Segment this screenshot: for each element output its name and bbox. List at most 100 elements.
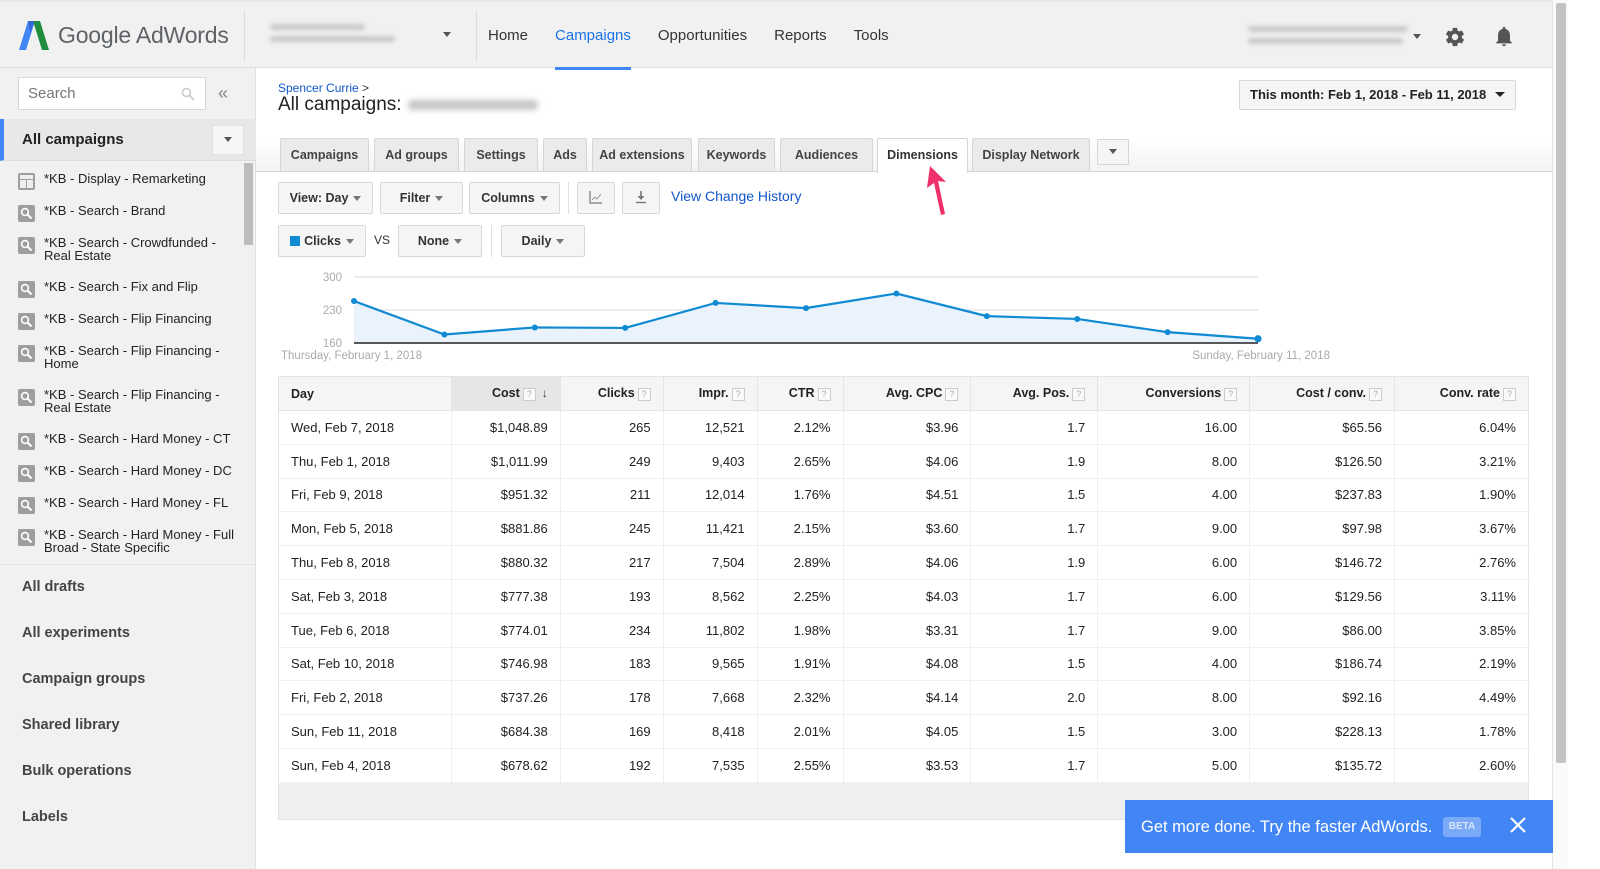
column-header-impr[interactable]: Impr.?: [662, 376, 758, 411]
help-icon[interactable]: ?: [731, 388, 745, 401]
column-header-day[interactable]: Day: [278, 376, 452, 411]
column-header-clicks[interactable]: Clicks?: [559, 376, 664, 411]
sidebar-campaign-item[interactable]: *KB - Search - Crowdfunded - Real Estate: [18, 236, 239, 262]
help-icon[interactable]: ?: [1224, 388, 1238, 401]
tab-settings[interactable]: Settings: [464, 138, 538, 171]
bell-icon[interactable]: [1493, 25, 1515, 49]
sidebar-campaign-item[interactable]: *KB - Search - Brand: [18, 204, 239, 222]
column-header-ctr[interactable]: CTR?: [756, 376, 844, 411]
collapse-sidebar-button[interactable]: «: [218, 83, 228, 104]
table-cell: 2.0: [970, 680, 1099, 716]
adwords-logo[interactable]: Google AdWords: [18, 19, 229, 51]
column-header-cost-conv[interactable]: Cost / conv.?: [1249, 376, 1396, 411]
sidebar-link-all-experiments[interactable]: All experiments: [22, 625, 130, 641]
nav-reports[interactable]: Reports: [774, 2, 827, 70]
help-icon[interactable]: ?: [1369, 388, 1383, 401]
y-tick-label: 230: [323, 305, 342, 317]
table-cell: $737.26: [451, 680, 561, 716]
chart-point-feb-6[interactable]: [803, 305, 809, 312]
sidebar-search-input[interactable]: [19, 78, 169, 109]
metric1-selector[interactable]: Clicks: [278, 225, 366, 257]
date-range-selector[interactable]: This month: Feb 1, 2018 - Feb 11, 2018: [1239, 80, 1516, 110]
user-account-redacted[interactable]: [1248, 26, 1408, 50]
chart-point-feb-5[interactable]: [712, 299, 719, 306]
sidebar-link-shared-library[interactable]: Shared library: [22, 717, 120, 733]
tab-campaigns[interactable]: Campaigns: [280, 138, 369, 171]
nav-home[interactable]: Home: [488, 2, 528, 70]
nav-opportunities[interactable]: Opportunities: [658, 2, 747, 70]
chart-point-feb-10[interactable]: [1164, 329, 1171, 336]
chart-point-feb-8[interactable]: [983, 313, 990, 320]
user-dropdown-caret-icon[interactable]: [1413, 34, 1421, 39]
tab-display-network[interactable]: Display Network: [972, 138, 1090, 171]
page-scrollbar-thumb[interactable]: [1556, 3, 1566, 763]
table-cell: 7,668: [663, 680, 758, 716]
account-selector-redacted[interactable]: [270, 24, 400, 48]
close-icon[interactable]: [1509, 816, 1527, 834]
sidebar-link-campaign-groups[interactable]: Campaign groups: [22, 671, 145, 687]
download-button[interactable]: [622, 182, 660, 214]
column-header-conv-rate[interactable]: Conv. rate?: [1394, 376, 1529, 411]
help-icon[interactable]: ?: [522, 388, 536, 401]
chart-point-feb-7[interactable]: [893, 290, 900, 297]
chart-point-feb-2[interactable]: [441, 331, 448, 338]
column-header-cost[interactable]: Cost? ↓: [450, 376, 561, 411]
sidebar-campaign-item[interactable]: *KB - Search - Flip Financing: [18, 312, 239, 330]
filter-button[interactable]: Filter: [380, 182, 463, 214]
tab-ads[interactable]: Ads: [543, 138, 587, 171]
campaign-list-scrollbar[interactable]: [244, 163, 253, 245]
account-dropdown-caret-icon[interactable]: [443, 32, 451, 37]
all-campaigns-dropdown-button[interactable]: [212, 125, 244, 155]
sidebar-campaign-item[interactable]: *KB - Search - Fix and Flip: [18, 280, 239, 298]
chart-toggle-button[interactable]: [577, 182, 615, 214]
chart-point-feb-11[interactable]: [1254, 335, 1262, 343]
sidebar-campaign-item[interactable]: *KB - Search - Hard Money - DC: [18, 464, 239, 482]
sidebar-link-all-drafts[interactable]: All drafts: [22, 579, 85, 595]
sidebar-campaign-item[interactable]: *KB - Search - Hard Money - CT: [18, 432, 239, 450]
chart-point-feb-3[interactable]: [531, 324, 538, 331]
help-icon[interactable]: ?: [945, 388, 959, 401]
banner-text[interactable]: Get more done. Try the faster AdWords.: [1141, 818, 1432, 837]
help-icon[interactable]: ?: [637, 388, 651, 401]
tab-ad-groups[interactable]: Ad groups: [374, 138, 459, 171]
search-icon[interactable]: [181, 87, 195, 101]
column-header-conversions[interactable]: Conversions?: [1097, 376, 1251, 411]
more-tabs-button[interactable]: [1097, 139, 1129, 165]
try-new-adwords-banner[interactable]: Get more done. Try the faster AdWords. B…: [1125, 800, 1553, 853]
page-scrollbar[interactable]: [1552, 0, 1568, 869]
tab-ad-extensions[interactable]: Ad extensions: [592, 138, 692, 171]
tab-keywords[interactable]: Keywords: [698, 138, 775, 171]
help-icon[interactable]: ?: [1072, 388, 1086, 401]
tab-audiences[interactable]: Audiences: [780, 138, 873, 171]
breadcrumb-account-link[interactable]: Spencer Currie: [278, 81, 359, 95]
column-header-avg-cpc[interactable]: Avg. CPC?: [842, 376, 972, 411]
help-icon[interactable]: ?: [817, 388, 831, 401]
column-header-avg-pos[interactable]: Avg. Pos.?: [970, 376, 1099, 411]
sidebar-campaign-item[interactable]: *KB - Search - Hard Money - Full Broad -…: [18, 528, 239, 554]
chart-point-feb-9[interactable]: [1074, 315, 1081, 322]
view-day-button[interactable]: View: Day: [278, 182, 373, 214]
help-icon[interactable]: ?: [1503, 388, 1516, 401]
metric2-selector[interactable]: None: [398, 225, 482, 257]
columns-button[interactable]: Columns: [469, 182, 560, 214]
sidebar-campaign-item[interactable]: *KB - Search - Flip Financing - Home: [18, 344, 239, 370]
table-cell: Sun, Feb 4, 2018: [278, 748, 452, 783]
sidebar-link-bulk-operations[interactable]: Bulk operations: [22, 763, 132, 779]
app-title: Google AdWords: [58, 21, 229, 48]
nav-campaigns[interactable]: Campaigns: [555, 2, 631, 70]
view-change-history-link[interactable]: View Change History: [671, 188, 801, 204]
chart-point-feb-1[interactable]: [351, 298, 357, 305]
sidebar-campaign-item[interactable]: *KB - Search - Hard Money - FL: [18, 496, 239, 514]
granularity-selector[interactable]: Daily: [501, 225, 585, 257]
sidebar-campaign-item[interactable]: *KB - Display - Remarketing: [18, 172, 239, 190]
sort-descending-icon[interactable]: ↓: [542, 386, 548, 400]
sidebar-search[interactable]: [18, 77, 206, 110]
gear-icon[interactable]: [1444, 26, 1466, 48]
table-cell: 234: [560, 613, 664, 648]
sidebar-campaign-item[interactable]: *KB - Search - Flip Financing - Real Est…: [18, 388, 239, 414]
chart-point-feb-4[interactable]: [622, 324, 629, 331]
tab-dimensions[interactable]: Dimensions: [877, 138, 968, 173]
all-campaigns-item[interactable]: All campaigns: [0, 119, 256, 161]
nav-tools[interactable]: Tools: [854, 2, 889, 70]
sidebar-link-labels[interactable]: Labels: [22, 809, 68, 825]
